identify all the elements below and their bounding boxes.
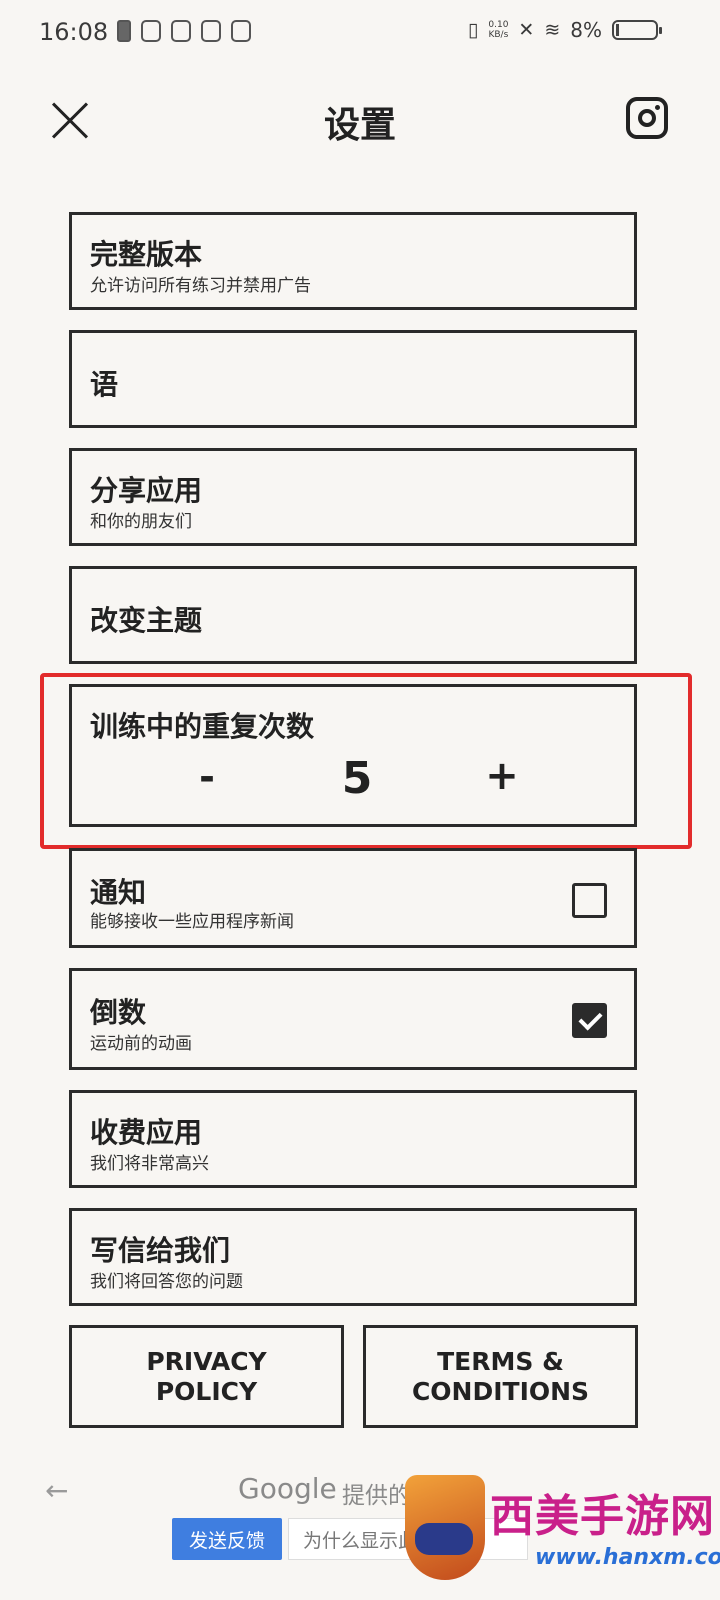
item-title: 语 (90, 368, 119, 401)
item-subtitle: 和你的朋友们 (90, 512, 192, 532)
instagram-icon[interactable] (626, 97, 668, 139)
item-title: 改变主题 (90, 604, 203, 637)
watermark-url: www.hanxm.com (535, 1545, 720, 1570)
item-title: 写信给我们 (90, 1234, 231, 1267)
watermark-logo-icon (405, 1475, 485, 1580)
full-version-item[interactable]: 完整版本 允许访问所有练习并禁用广告 (69, 212, 637, 310)
no-sim-icon: ✕ (518, 19, 535, 41)
network-speed-value: 0.10 (488, 20, 509, 30)
item-subtitle: 我们将回答您的问题 (90, 1272, 243, 1292)
terms-conditions-button[interactable]: TERMS & CONDITIONS (363, 1325, 638, 1428)
back-arrow-icon[interactable]: ← (45, 1474, 68, 1507)
write-us-item[interactable]: 写信给我们 我们将回答您的问题 (69, 1208, 637, 1306)
page-title: 设置 (323, 105, 396, 146)
status-time: 16:08 (39, 18, 109, 46)
status-right: ▯ 0.10 KB/s ✕ ≋ 8% (467, 18, 662, 42)
send-feedback-button[interactable]: 发送反馈 (172, 1518, 282, 1560)
notification-icons (117, 20, 251, 42)
notifications-item[interactable]: 通知 能够接收一些应用程序新闻 (69, 848, 637, 948)
ad-banner: ← Google 提供的广告 发送反馈 为什么显示此广告？ 西美手游网 www.… (0, 1460, 720, 1600)
battery-icon (612, 20, 662, 40)
weibo-icon (231, 20, 251, 42)
notifications-checkbox[interactable] (572, 883, 607, 918)
vibrate-icon: ▯ (467, 19, 479, 41)
status-bar: 16:08 ▯ 0.10 KB/s ✕ ≋ 8% (0, 0, 720, 66)
change-theme-item[interactable]: 改变主题 (69, 566, 637, 664)
language-item[interactable]: 语 (69, 330, 637, 428)
item-title: 完整版本 (90, 238, 203, 271)
watermark-title: 西美手游网 (490, 1491, 715, 1542)
share-app-item[interactable]: 分享应用 和你的朋友们 (69, 448, 637, 546)
item-title: 倒数 (90, 996, 147, 1029)
battery-percent: 8% (570, 18, 602, 42)
rate-app-item[interactable]: 收费应用 我们将非常高兴 (69, 1090, 637, 1188)
item-subtitle: 我们将非常高兴 (90, 1154, 209, 1174)
item-subtitle: 运动前的动画 (90, 1034, 192, 1054)
countdown-item[interactable]: 倒数 运动前的动画 (69, 968, 637, 1070)
watermark: 西美手游网 www.hanxm.com (405, 1475, 720, 1600)
network-speed-unit: KB/s (488, 30, 509, 40)
privacy-policy-button[interactable]: PRIVACY POLICY (69, 1325, 344, 1428)
item-title: 分享应用 (90, 474, 203, 507)
wifi-icon: ≋ (544, 19, 561, 41)
network-speed: 0.10 KB/s (488, 20, 508, 40)
item-title: 收费应用 (90, 1116, 203, 1149)
top-bar: 设置 (0, 86, 720, 156)
item-subtitle: 能够接收一些应用程序新闻 (90, 912, 294, 932)
app-notification-icon (141, 20, 161, 42)
highlight-annotation (40, 673, 692, 849)
item-subtitle: 允许访问所有练习并禁用广告 (90, 276, 311, 296)
video-notification-icon (201, 20, 221, 42)
countdown-checkbox[interactable] (572, 1003, 607, 1038)
google-logo: Google (238, 1472, 337, 1505)
sim-icon (117, 20, 131, 42)
item-title: 通知 (90, 876, 147, 909)
app-notification-icon (171, 20, 191, 42)
